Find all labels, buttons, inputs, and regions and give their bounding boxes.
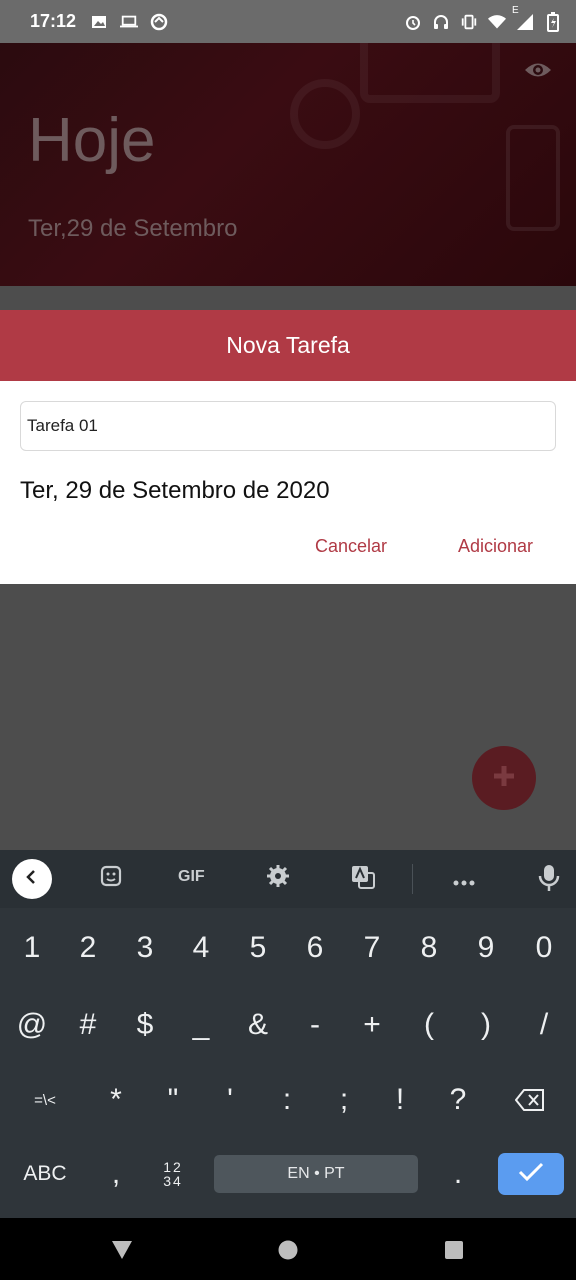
space-key[interactable]: EN • PT [214, 1155, 418, 1193]
key[interactable]: _ [176, 997, 226, 1053]
task-date[interactable]: Ter, 29 de Setembro de 2020 [20, 477, 330, 505]
gif-button[interactable]: GIF [178, 868, 205, 886]
back-triangle-icon[interactable] [110, 1238, 134, 1262]
key[interactable]: @ [7, 997, 57, 1053]
key[interactable]: $ [120, 997, 170, 1053]
key-comma[interactable]: , [91, 1146, 141, 1202]
key[interactable]: & [233, 997, 283, 1053]
key[interactable]: ' [205, 1072, 255, 1128]
headphones-icon [432, 13, 450, 31]
key[interactable]: : [262, 1072, 312, 1128]
network-type-label: E [512, 4, 519, 16]
bottom-row: ABC , 12 34 EN • PT . [0, 1146, 576, 1202]
backspace-icon[interactable] [505, 1072, 555, 1128]
alarm-icon [404, 13, 422, 31]
key[interactable]: " [148, 1072, 198, 1128]
number-row: 1 2 3 4 5 6 7 8 9 0 [0, 920, 576, 976]
background-phone [506, 125, 560, 231]
key[interactable]: 5 [233, 920, 283, 976]
key[interactable]: ! [375, 1072, 425, 1128]
keyboard-back-button[interactable] [12, 859, 52, 899]
key[interactable]: 3 [120, 920, 170, 976]
page-date: Ter,29 de Setembro [28, 215, 238, 242]
today-header: Hoje Ter,29 de Setembro [0, 43, 576, 286]
gear-icon[interactable] [266, 864, 290, 893]
background-decoration [290, 79, 360, 149]
key[interactable]: ; [319, 1072, 369, 1128]
keyboard-toolbar: GIF [0, 850, 576, 908]
symbol-row: @ # $ _ & - + ( ) / [0, 997, 576, 1053]
mic-icon[interactable] [538, 864, 560, 897]
page-title: Hoje [28, 106, 156, 175]
task-name-input[interactable] [20, 401, 556, 451]
key-more-symbols[interactable]: =\< [20, 1072, 70, 1128]
key[interactable]: 4 [176, 920, 226, 976]
status-time: 17:12 [30, 11, 77, 31]
key[interactable]: 6 [290, 920, 340, 976]
overlay-scrim [0, 584, 576, 850]
key[interactable]: 1 [7, 920, 57, 976]
wifi-icon [488, 13, 506, 31]
symbol-row-2: =\< * " ' : ; ! ? [0, 1072, 576, 1128]
eye-icon[interactable] [524, 59, 552, 81]
image-icon [90, 13, 108, 31]
add-button[interactable]: Adicionar [458, 536, 533, 557]
cancel-button[interactable]: Cancelar [315, 536, 387, 557]
key[interactable]: 9 [461, 920, 511, 976]
numpad-key[interactable]: 12 34 [148, 1146, 198, 1202]
numpad-key-top: 12 [163, 1159, 183, 1175]
vibrate-icon [460, 13, 478, 31]
check-icon [518, 1162, 544, 1187]
key[interactable]: / [519, 997, 569, 1053]
recents-square-icon[interactable] [442, 1238, 466, 1262]
more-icon[interactable] [452, 874, 476, 892]
new-task-dialog: Ter, 29 de Setembro de 2020 Cancelar Adi… [0, 381, 576, 584]
status-bar: 17:12 E [0, 0, 576, 43]
key[interactable]: ? [433, 1072, 483, 1128]
back-arrow-icon [24, 869, 40, 890]
background-decoration [360, 43, 500, 103]
key-period[interactable]: . [433, 1146, 483, 1202]
abc-key[interactable]: ABC [10, 1146, 80, 1202]
laptop-icon [120, 13, 139, 31]
dialog-title: Nova Tarefa [0, 310, 576, 381]
enter-key[interactable] [498, 1153, 564, 1195]
navigation-bar [0, 1218, 576, 1280]
key[interactable]: # [63, 997, 113, 1053]
key[interactable]: 2 [63, 920, 113, 976]
home-circle-icon[interactable] [276, 1238, 300, 1262]
key[interactable]: 7 [347, 920, 397, 976]
key[interactable]: ( [404, 997, 454, 1053]
key[interactable]: * [91, 1072, 141, 1128]
sticker-icon[interactable] [99, 864, 123, 893]
sync-icon [150, 13, 168, 31]
key[interactable]: ) [461, 997, 511, 1053]
key[interactable]: 8 [404, 920, 454, 976]
numpad-key-bottom: 34 [163, 1173, 183, 1189]
battery-charging-icon [544, 11, 562, 32]
key[interactable]: + [347, 997, 397, 1053]
key[interactable]: - [290, 997, 340, 1053]
key[interactable]: 0 [519, 920, 569, 976]
overlay-scrim [0, 286, 576, 310]
toolbar-divider [412, 864, 413, 894]
add-task-fab[interactable] [472, 746, 536, 810]
plus-icon [492, 764, 516, 793]
signal-icon: E [512, 5, 534, 31]
keyboard: 1 2 3 4 5 6 7 8 9 0 @ # $ _ & - + ( ) / … [0, 908, 576, 1218]
translate-icon[interactable] [350, 864, 376, 895]
